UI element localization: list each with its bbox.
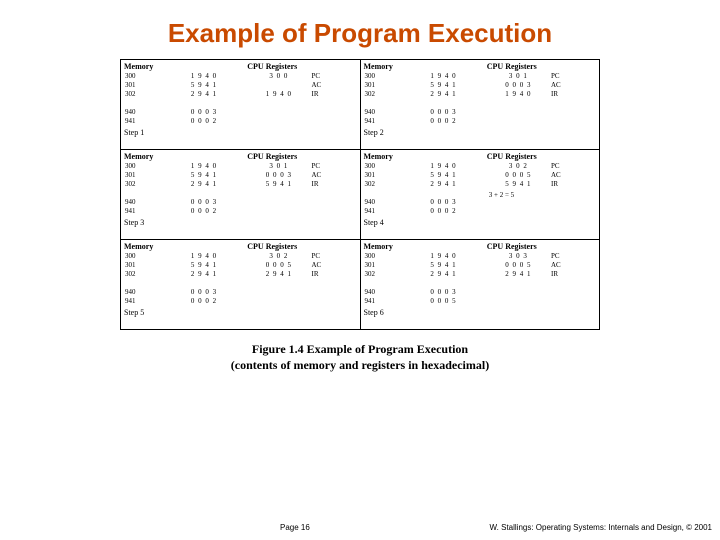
memory-header: Memory <box>364 152 473 161</box>
memory-table: 3001 9 4 03015 9 4 13022 9 4 19400 0 0 3… <box>124 162 233 216</box>
memory-header: Memory <box>364 62 473 71</box>
step-panel: Memory 3001 9 4 03015 9 4 13022 9 4 1940… <box>364 62 597 126</box>
memory-header: Memory <box>124 62 233 71</box>
step-panel: Memory 3001 9 4 03015 9 4 13022 9 4 1940… <box>124 62 357 126</box>
memory-table: 3001 9 4 03015 9 4 13022 9 4 19400 0 0 3… <box>364 252 473 306</box>
credit-line: W. Stallings: Operating Systems: Interna… <box>490 523 712 532</box>
step-panel: Memory 3001 9 4 03015 9 4 13022 9 4 1940… <box>124 152 357 216</box>
figure-caption: Figure 1.4 Example of Program Execution … <box>120 342 600 373</box>
step-label: Step 5 <box>124 308 357 317</box>
caption-line2: (contents of memory and registers in hex… <box>231 358 489 372</box>
register-table: 3 0 0PC AC1 9 4 0IR <box>247 72 356 99</box>
memory-table: 3001 9 4 03015 9 4 13022 9 4 19400 0 0 3… <box>364 162 473 216</box>
cpu-header: CPU Registers <box>487 152 596 161</box>
cpu-header: CPU Registers <box>487 62 596 71</box>
caption-line1: Figure 1.4 Example of Program Execution <box>252 342 468 356</box>
step-label: Step 2 <box>364 128 597 137</box>
step-label: Step 4 <box>364 218 597 227</box>
step-panel: Memory 3001 9 4 03015 9 4 13022 9 4 1940… <box>364 152 597 216</box>
cpu-header: CPU Registers <box>487 242 596 251</box>
cpu-header: CPU Registers <box>247 242 356 251</box>
memory-header: Memory <box>124 152 233 161</box>
register-table: 3 0 1PC0 0 0 3AC5 9 4 1IR <box>247 162 356 189</box>
cpu-header: CPU Registers <box>247 152 356 161</box>
memory-table: 3001 9 4 03015 9 4 13022 9 4 19400 0 0 3… <box>124 72 233 126</box>
memory-table: 3001 9 4 03015 9 4 13022 9 4 19400 0 0 3… <box>364 72 473 126</box>
step-panel: Memory 3001 9 4 03015 9 4 13022 9 4 1940… <box>124 242 357 306</box>
register-table: 3 0 3PC0 0 0 5AC2 9 4 1IR <box>487 252 596 279</box>
memory-table: 3001 9 4 03015 9 4 13022 9 4 19400 0 0 3… <box>124 252 233 306</box>
step-label: Step 3 <box>124 218 357 227</box>
memory-header: Memory <box>364 242 473 251</box>
step-grid: Memory 3001 9 4 03015 9 4 13022 9 4 1940… <box>120 59 600 330</box>
step-panel: Memory 3001 9 4 03015 9 4 13022 9 4 1940… <box>364 242 597 306</box>
memory-header: Memory <box>124 242 233 251</box>
page-number: Page 16 <box>280 523 310 532</box>
figure: Memory 3001 9 4 03015 9 4 13022 9 4 1940… <box>120 59 600 373</box>
slide-title: Example of Program Execution <box>0 0 720 53</box>
step-label: Step 6 <box>364 308 597 317</box>
cpu-header: CPU Registers <box>247 62 356 71</box>
step-label: Step 1 <box>124 128 357 137</box>
register-table: 3 0 2PC0 0 0 5AC5 9 4 1IR <box>487 162 596 189</box>
register-table: 3 0 2PC0 0 0 5AC2 9 4 1IR <box>247 252 356 279</box>
register-table: 3 0 1PC0 0 0 3AC1 9 4 0IR <box>487 72 596 99</box>
